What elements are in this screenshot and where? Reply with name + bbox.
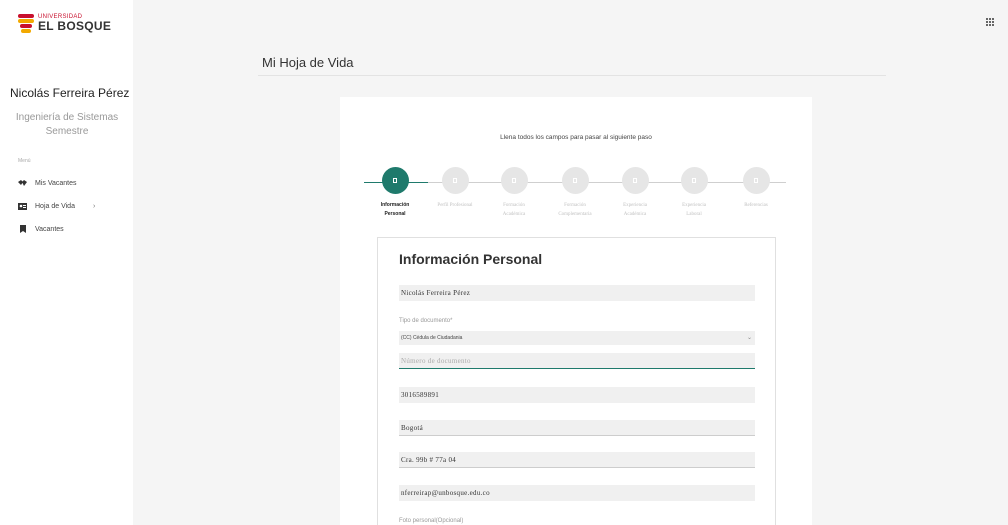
sidebar-item-mis-vacantes[interactable]: Mis Vacantes: [18, 175, 77, 191]
personal-info-form: Información Personal Nicolás Ferreira Pé…: [377, 237, 776, 525]
step-experiencia-laboral[interactable]: Experiencia Laboral: [664, 167, 724, 219]
sidebar-item-vacantes[interactable]: Vacantes: [18, 221, 64, 237]
logo-big-text: EL BOSQUE: [38, 19, 112, 33]
document-icon: [633, 178, 637, 183]
university-logo[interactable]: UNIVERSIDAD EL BOSQUE: [18, 10, 118, 36]
handshake-icon: [18, 179, 27, 188]
step-dot[interactable]: [742, 167, 770, 194]
step-dot[interactable]: [680, 167, 708, 194]
photo-label: Foto personal(Opcional): [399, 518, 464, 524]
page-title: Mi Hoja de Vida: [262, 55, 354, 70]
chevron-right-icon: ›: [92, 202, 96, 210]
step-label: Experiencia Laboral: [682, 203, 706, 217]
phone-field[interactable]: 3016589891: [399, 387, 755, 403]
step-label: Formación Académica: [502, 203, 526, 217]
step-label: Información Personal: [380, 202, 410, 217]
career-name: Ingeniería de Sistemas: [15, 112, 119, 123]
user-name: Nicolás Ferreira Pérez: [10, 86, 130, 100]
document-icon: [692, 178, 696, 183]
step-dot[interactable]: [561, 167, 589, 194]
email-field[interactable]: nferreirap@unbosque.edu.co: [399, 485, 755, 501]
document-icon: [512, 178, 516, 183]
semester-label: Semestre: [45, 126, 89, 137]
step-label: Perfil Profesional: [437, 203, 473, 208]
title-divider: [258, 75, 886, 76]
sidebar-item-label: Hoja de Vida: [35, 202, 75, 210]
step-label: Formación Complementaria: [558, 203, 592, 217]
bookmark-icon: [18, 225, 27, 234]
university-emblem-icon: [18, 12, 34, 34]
doc-type-label: Tipo de documento*: [399, 318, 453, 324]
city-field[interactable]: Bogotá: [399, 420, 755, 436]
step-perfil-profesional[interactable]: Perfil Profesional: [425, 167, 485, 210]
address-field[interactable]: Cra. 99b # 77a 04: [399, 452, 755, 468]
doc-type-select[interactable]: (CC) Cédula de Ciudadania ⌄: [399, 331, 755, 345]
wizard-instruction: Llena todos los campos para pasar al sig…: [500, 134, 652, 141]
wizard-card: Llena todos los campos para pasar al sig…: [340, 97, 812, 525]
document-icon: [393, 178, 397, 183]
document-icon: [453, 178, 457, 183]
step-dot[interactable]: [500, 167, 528, 194]
menu-heading: Menú: [18, 158, 31, 164]
sidebar-item-label: Vacantes: [35, 225, 64, 233]
full-name-field[interactable]: Nicolás Ferreira Pérez: [399, 285, 755, 301]
apps-grid-icon[interactable]: [986, 18, 994, 26]
step-label: Referencias: [744, 203, 768, 208]
sidebar-item-hoja-de-vida[interactable]: Hoja de Vida ›: [18, 198, 95, 214]
sidebar: UNIVERSIDAD EL BOSQUE Nicolás Ferreira P…: [0, 0, 133, 525]
step-dot[interactable]: [381, 167, 409, 194]
step-label: Experiencia Académica: [623, 203, 647, 217]
step-formacion-academica[interactable]: Formación Académica: [484, 167, 544, 219]
step-dot[interactable]: [441, 167, 469, 194]
document-icon: [754, 178, 758, 183]
id-card-icon: [18, 202, 27, 211]
form-title: Información Personal: [399, 251, 543, 267]
step-formacion-complementaria[interactable]: Formación Complementaria: [545, 167, 605, 219]
document-icon: [573, 178, 577, 183]
sidebar-item-label: Mis Vacantes: [35, 179, 77, 187]
step-experiencia-academica[interactable]: Experiencia Académica: [605, 167, 665, 219]
step-dot[interactable]: [621, 167, 649, 194]
doc-number-field[interactable]: Número de documento: [399, 353, 755, 369]
step-referencias[interactable]: Referencias: [726, 167, 786, 210]
doc-type-value: (CC) Cédula de Ciudadania: [401, 335, 463, 341]
user-career: Ingeniería de Sistemas Semestre: [8, 111, 126, 139]
chevron-down-icon: ⌄: [746, 335, 752, 341]
step-informacion-personal[interactable]: Información Personal: [365, 167, 425, 219]
